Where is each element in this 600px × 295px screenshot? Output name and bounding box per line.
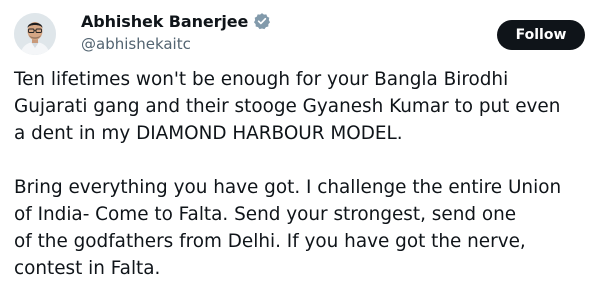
tweet-text: Ten lifetimes won't be enough for your B… (14, 66, 594, 282)
tweet-text-line: of the godfathers from Delhi. If you hav… (14, 231, 526, 252)
tweet-text-line: of India- Come to Falta. Send your stron… (14, 204, 517, 225)
avatar[interactable] (14, 13, 56, 55)
follow-button[interactable]: Follow (497, 20, 585, 50)
avatar-image (14, 13, 56, 55)
verified-badge-icon (253, 12, 271, 30)
tweet-text-line: a dent in my DIAMOND HARBOUR MODEL. (14, 123, 403, 144)
tweet-text-line: Gujarati gang and their stooge Gyanesh K… (14, 96, 561, 117)
tweet-text-line: Ten lifetimes won't be enough for your B… (14, 69, 509, 90)
author-handle[interactable]: @abhishekaitc (81, 35, 191, 53)
author-name-row: Abhishek Banerjee (81, 10, 271, 32)
tweet-card: Abhishek Banerjee @abhishekaitc Follow T… (0, 0, 600, 295)
tweet-text-line: Bring everything you have got. I challen… (14, 177, 562, 198)
author-display-name[interactable]: Abhishek Banerjee (81, 12, 248, 31)
tweet-text-line: contest in Falta. (14, 258, 161, 279)
